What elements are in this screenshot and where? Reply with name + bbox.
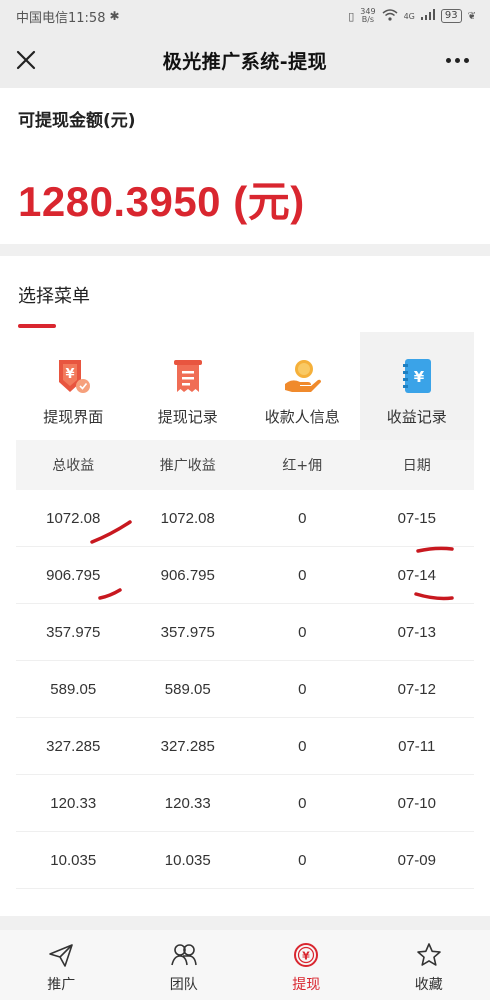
close-button[interactable] (12, 46, 40, 74)
date-cell: 07-13 (397, 623, 436, 641)
wifi-icon (382, 8, 398, 24)
page-title: 极光推广系统-提现 (162, 50, 328, 73)
close-icon (16, 50, 36, 70)
earnings-table-header: 总收益 推广收益 红+佣 日期 (16, 440, 474, 490)
header-promo-earnings: 推广收益 (159, 458, 216, 474)
battery-indicator: 93 (440, 9, 462, 23)
earnings-notebook-icon: ¥ (402, 359, 431, 393)
menu-item-withdraw-records[interactable]: 提现记录 (131, 332, 246, 440)
total-earnings-cell: 1072.08 (46, 509, 101, 527)
date-cell: 07-10 (397, 794, 436, 812)
date-cell: 07-09 (397, 851, 436, 869)
more-options-button[interactable] (442, 46, 472, 74)
total-earnings-cell: 357.975 (46, 623, 101, 641)
balance-amount: 1280.3950 (元) (18, 178, 305, 225)
carrier-time: 中国电信11:58 (16, 10, 106, 26)
tab-label: 收藏 (414, 977, 443, 993)
status-bar: 中国电信11:58 ✱ ▯ 349 B/s 4G 93 ❦ (0, 0, 490, 32)
more-dots-icon (445, 57, 451, 63)
table-row: 1072.08 1072.08 0 07-15 (16, 490, 474, 547)
menu-grid: ¥ 提现界面 提现记录 收款人信息 ¥ 收益记录 (16, 332, 474, 440)
menu-heading-underline (18, 324, 56, 328)
menu-item-earnings-records[interactable]: ¥ 收益记录 (359, 332, 474, 440)
header-bonus-commission: 红+佣 (282, 458, 323, 474)
bottom-nav: 推广 团队 ¥ 提现 收藏 (0, 930, 490, 1000)
menu-section: 选择菜单 ¥ 提现界面 提现记录 收款人信息 ¥ 收益记录 总收益 推广收益 红… (0, 256, 490, 916)
table-row: 10.035 10.035 0 07-09 (16, 832, 474, 889)
net-speed-unit: B/s (361, 15, 375, 24)
tab-favorites[interactable]: 收藏 (368, 930, 490, 1000)
menu-item-label: 收款人信息 (264, 408, 340, 426)
total-earnings-cell: 327.285 (46, 737, 101, 755)
date-cell: 07-15 (397, 509, 436, 527)
header-total-earnings: 总收益 (52, 458, 95, 474)
promo-earnings-cell: 120.33 (164, 794, 211, 812)
total-earnings-cell: 120.33 (50, 794, 97, 812)
bonus-cell: 0 (298, 623, 307, 641)
tab-label: 提现 (292, 977, 321, 993)
date-cell: 07-14 (397, 566, 436, 584)
promo-earnings-cell: 906.795 (160, 566, 215, 584)
bluetooth-icon: ✱ (109, 9, 120, 23)
net-speed: 349 B/s (360, 8, 375, 24)
date-cell: 07-11 (398, 737, 436, 755)
receipt-icon (173, 360, 202, 392)
table-row: 589.05 589.05 0 07-12 (16, 661, 474, 718)
tab-promote[interactable]: 推广 (0, 930, 123, 1000)
bonus-cell: 0 (298, 851, 307, 869)
total-earnings-cell: 906.795 (46, 566, 101, 584)
star-icon (416, 943, 441, 966)
promo-earnings-cell: 10.035 (164, 851, 211, 869)
tab-team[interactable]: 团队 (123, 930, 246, 1000)
bonus-cell: 0 (298, 566, 307, 584)
nav-bar: 极光推广系统-提现 (0, 32, 490, 88)
table-row: 906.795 906.795 0 07-14 (16, 547, 474, 604)
bonus-cell: 0 (298, 680, 307, 698)
svg-text:¥: ¥ (66, 367, 75, 382)
promo-earnings-cell: 327.285 (160, 737, 215, 755)
table-row: 120.33 120.33 0 07-10 (16, 775, 474, 832)
withdraw-icon: ¥ (59, 360, 91, 393)
yuan-coin-icon: ¥ (294, 943, 319, 967)
svg-text:¥: ¥ (302, 950, 310, 963)
vibrate-icon: ▯ (348, 9, 355, 23)
promo-earnings-cell: 357.975 (160, 623, 215, 641)
menu-item-payee-info[interactable]: 收款人信息 (245, 332, 360, 440)
network-type: 4G (403, 11, 415, 21)
svg-text:¥: ¥ (414, 368, 425, 386)
bonus-cell: 0 (298, 794, 307, 812)
promo-earnings-cell: 589.05 (164, 680, 211, 698)
menu-item-withdraw[interactable]: ¥ 提现界面 (16, 332, 131, 440)
menu-item-label: 收益记录 (386, 408, 447, 426)
total-earnings-cell: 10.035 (50, 851, 97, 869)
header-date: 日期 (402, 458, 431, 474)
tab-withdraw[interactable]: ¥ 提现 (245, 930, 368, 1000)
date-cell: 07-12 (397, 680, 436, 698)
tab-label: 团队 (169, 977, 198, 993)
bonus-cell: 0 (298, 509, 307, 527)
paper-plane-icon (49, 944, 74, 967)
menu-heading: 选择菜单 (18, 286, 90, 307)
table-row: 357.975 357.975 0 07-13 (16, 604, 474, 661)
tab-label: 推广 (47, 977, 76, 993)
signal-icon (420, 9, 435, 23)
menu-item-label: 提现界面 (43, 408, 104, 426)
balance-card: 可提现金额(元) 1280.3950 (元) (0, 88, 490, 244)
balance-label: 可提现金额(元) (18, 111, 136, 131)
total-earnings-cell: 589.05 (50, 680, 97, 698)
earnings-table-body: 1072.08 1072.08 0 07-15 906.795 906.795 … (16, 490, 474, 889)
bonus-cell: 0 (298, 737, 307, 755)
payee-coin-icon (285, 360, 322, 392)
table-row: 327.285 327.285 0 07-11 (16, 718, 474, 775)
team-icon (170, 944, 197, 966)
leaf-icon: ❦ (467, 10, 476, 22)
promo-earnings-cell: 1072.08 (160, 509, 215, 527)
menu-item-label: 提现记录 (157, 408, 218, 426)
